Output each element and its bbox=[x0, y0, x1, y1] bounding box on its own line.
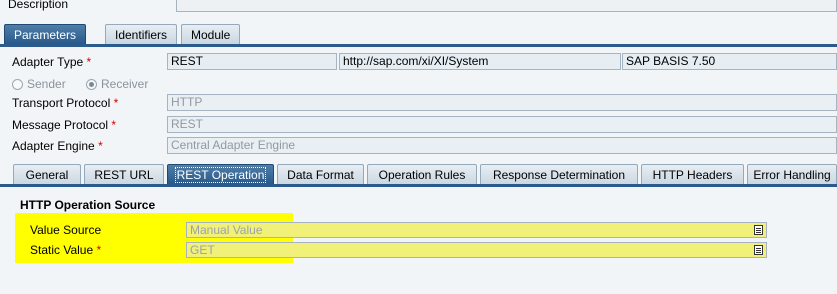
transport-protocol-field[interactable]: HTTP bbox=[167, 94, 837, 111]
transport-protocol-label: Transport Protocol * bbox=[12, 96, 119, 110]
receiver-radio-circle bbox=[86, 78, 97, 90]
sender-radio-label: Sender bbox=[27, 77, 66, 91]
adapter-engine-label: Adapter Engine * bbox=[12, 139, 103, 153]
tab-module[interactable]: Module bbox=[181, 24, 241, 45]
tab-http-headers[interactable]: HTTP Headers bbox=[641, 164, 744, 185]
adapter-type-label: Adapter Type * bbox=[12, 55, 92, 69]
tab-error-handling[interactable]: Error Handling bbox=[747, 164, 837, 185]
tab-general[interactable]: General bbox=[13, 164, 81, 185]
rest-operation-panel: HTTP Operation Source Value Source Manua… bbox=[0, 187, 837, 294]
adapter-version-field[interactable]: SAP BASIS 7.50 bbox=[622, 53, 837, 70]
adapter-engine-field[interactable]: Central Adapter Engine bbox=[167, 137, 837, 154]
value-source-value: Manual Value bbox=[190, 223, 263, 237]
tab-operation-rules[interactable]: Operation Rules bbox=[367, 164, 477, 185]
description-label: Description bbox=[8, 0, 69, 11]
adapter-type-field[interactable]: REST bbox=[167, 53, 337, 70]
tab-response-determination[interactable]: Response Determination bbox=[480, 164, 638, 185]
message-protocol-field[interactable]: REST bbox=[167, 116, 837, 133]
message-protocol-label: Message Protocol * bbox=[12, 118, 117, 132]
adapter-form: Adapter Type * REST http://sap.com/xi/XI… bbox=[0, 47, 837, 157]
static-value-value: GET bbox=[190, 243, 215, 257]
receiver-radio-label: Receiver bbox=[101, 77, 149, 91]
tab-rest-operation[interactable]: REST Operation bbox=[167, 164, 274, 185]
tab-rest-operation-label: REST Operation bbox=[174, 167, 267, 183]
value-help-icon[interactable] bbox=[754, 225, 763, 235]
sub-tab-strip: General REST URL REST Operation Data For… bbox=[0, 163, 837, 185]
receiver-radio[interactable]: Receiver bbox=[86, 77, 148, 91]
adapter-namespace-field[interactable]: http://sap.com/xi/XI/System bbox=[339, 53, 621, 70]
section-title: HTTP Operation Source bbox=[20, 198, 156, 212]
main-tab-strip: Parameters Identifiers Module bbox=[0, 23, 837, 46]
value-help-icon[interactable] bbox=[754, 245, 763, 255]
sender-radio-circle bbox=[12, 78, 23, 90]
value-source-select[interactable]: Manual Value bbox=[186, 222, 767, 238]
tab-identifiers[interactable]: Identifiers bbox=[105, 24, 178, 45]
sender-radio[interactable]: Sender bbox=[12, 77, 66, 91]
description-row: Description bbox=[0, 0, 837, 14]
static-value-select[interactable]: GET bbox=[186, 242, 767, 258]
static-value-label: Static Value * bbox=[30, 243, 102, 257]
tab-parameters[interactable]: Parameters bbox=[4, 24, 87, 45]
tab-rest-url[interactable]: REST URL bbox=[84, 164, 164, 185]
tab-data-format[interactable]: Data Format bbox=[277, 164, 364, 185]
value-source-label: Value Source bbox=[30, 223, 102, 237]
description-input[interactable] bbox=[176, 0, 837, 12]
